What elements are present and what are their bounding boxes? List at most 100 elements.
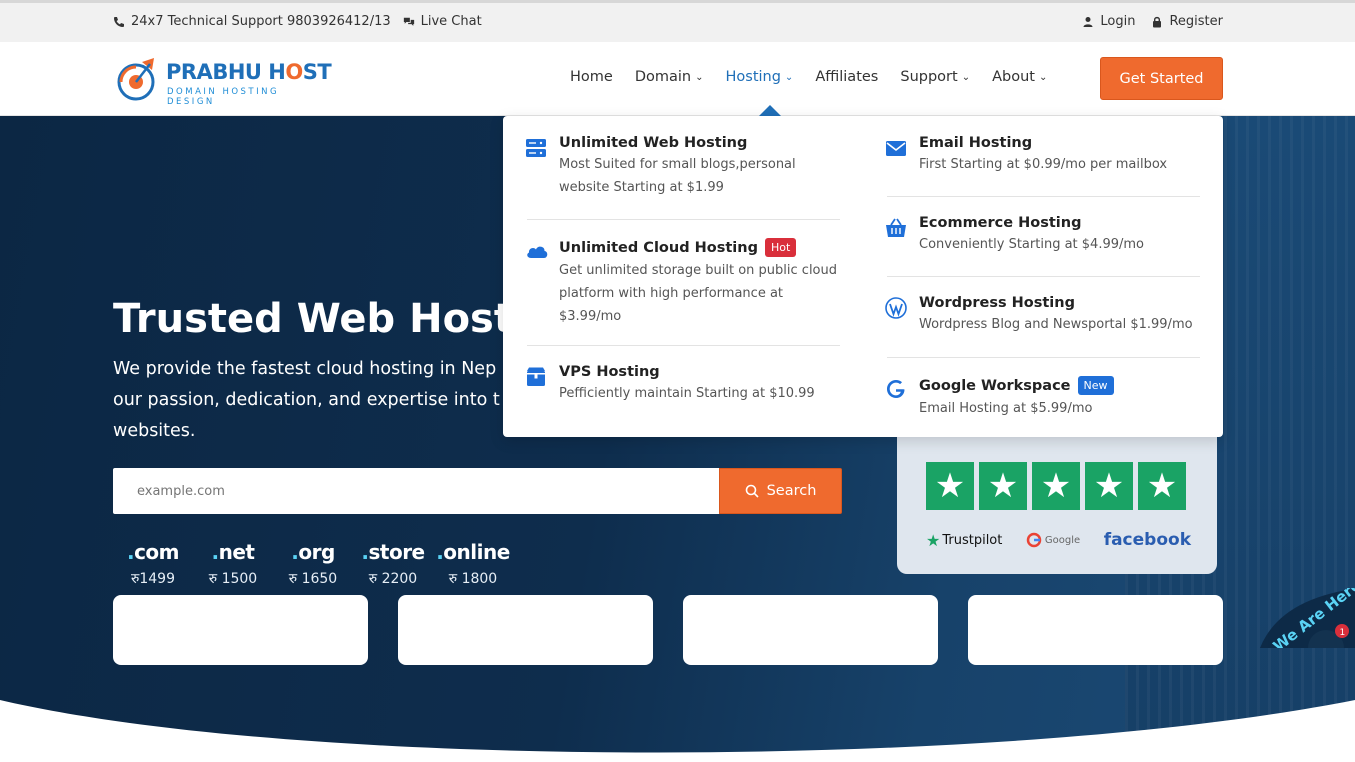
google-g-icon	[1026, 532, 1042, 548]
box-icon	[525, 366, 547, 388]
new-badge: New	[1077, 376, 1114, 395]
search-button[interactable]: Search	[719, 468, 842, 514]
hero-description: We provide the fastest cloud hosting in …	[113, 359, 500, 441]
get-started-button[interactable]: Get Started	[1100, 57, 1223, 100]
login-link[interactable]: Login	[1082, 14, 1135, 29]
main-navbar: PRABHU HOST DOMAIN HOSTING DESIGN Home Do…	[0, 42, 1355, 116]
menu-divider	[887, 357, 1200, 358]
nav-item-label: About	[992, 69, 1035, 85]
hot-badge: Hot	[764, 238, 797, 257]
tld-name: .org	[291, 540, 335, 564]
feature-card[interactable]	[398, 595, 653, 665]
menu-item-title: VPS Hosting	[559, 364, 660, 380]
dropdown-caret	[759, 105, 781, 116]
tld-item-online: .online रु 1800	[433, 540, 513, 588]
trustpilot-star-icon: ★	[926, 530, 941, 550]
login-label: Login	[1100, 14, 1136, 29]
bottom-wave	[0, 700, 1355, 762]
brand-logo[interactable]: PRABHU HOST DOMAIN HOSTING DESIGN	[112, 56, 332, 107]
menu-item-title: Ecommerce Hosting	[919, 215, 1082, 231]
server-icon	[525, 137, 547, 159]
google-reviews-logo[interactable]: Google	[1026, 532, 1080, 548]
menu-item-email-hosting[interactable]: Email Hosting First Starting at $0.99/mo …	[885, 135, 1200, 176]
nav-item-home[interactable]: Home	[570, 69, 613, 85]
chevron-down-icon: ⌄	[695, 71, 704, 83]
tld-price: रु 1800	[448, 571, 498, 587]
menu-item-unlimited-web-hosting[interactable]: Unlimited Web Hosting Most Suited for sma…	[525, 135, 845, 199]
live-chat-link[interactable]: Live Chat	[403, 14, 482, 29]
menu-divider	[887, 276, 1200, 277]
menu-item-title: Unlimited Cloud Hosting Hot	[559, 238, 845, 257]
star-icon: ★	[1085, 462, 1133, 510]
chat-widget-badge: 1	[1340, 628, 1346, 638]
feature-card[interactable]	[113, 595, 368, 665]
logo-mark-icon	[117, 58, 155, 101]
menu-item-vps-hosting[interactable]: VPS Hosting Pefficiently maintain Startin…	[525, 364, 845, 405]
chat-widget[interactable]: We Are Here 1	[1260, 576, 1355, 666]
nav-item-hosting[interactable]: Hosting ⌄	[725, 69, 793, 85]
cloud-icon	[525, 240, 548, 262]
nav-item-domain[interactable]: Domain ⌄	[635, 69, 704, 85]
tld-price: रु 2200	[368, 571, 418, 587]
menu-item-description: Wordpress Blog and Newsportal $1.99/mo	[919, 317, 1193, 332]
menu-item-title: Wordpress Hosting	[919, 295, 1075, 311]
wordpress-icon	[885, 297, 907, 319]
tld-item-com: .com रु1499	[113, 540, 193, 588]
chevron-down-icon: ⌄	[1038, 71, 1048, 83]
top-bar: 24x7 Technical Support 9803926412/13 Liv…	[0, 0, 1355, 42]
tld-item-org: .org रु 1650	[273, 540, 353, 588]
feature-card[interactable]	[968, 595, 1223, 665]
mail-icon	[885, 137, 907, 159]
review-card: ★ ★ ★ ★ ★ ★ Trustpilot Google facebook	[897, 434, 1217, 574]
menu-item-unlimited-cloud-hosting[interactable]: Unlimited Cloud Hosting Hot Get unlimited …	[525, 238, 845, 328]
primary-nav: Home Domain ⌄ Hosting ⌄ Affiliates Support ⌄ Abo…	[570, 69, 1047, 85]
tld-item-store: .store रु 2200	[353, 540, 433, 588]
tld-price: रु 1500	[208, 571, 258, 587]
chat-icon	[403, 17, 414, 26]
basket-icon	[885, 217, 907, 239]
menu-item-description: Get unlimited storage built on public cl…	[559, 263, 837, 324]
trustpilot-logo[interactable]: ★ Trustpilot	[926, 531, 1002, 550]
search-icon	[745, 484, 759, 498]
nav-item-support[interactable]: Support ⌄	[900, 69, 970, 85]
google-icon	[885, 378, 907, 400]
nav-item-label: Domain	[634, 69, 692, 85]
menu-item-description: First Starting at $0.99/mo per mailbox	[919, 157, 1168, 172]
menu-item-description: Pefficiently maintain Starting at $10.99	[559, 386, 815, 401]
domain-search-input[interactable]	[113, 468, 719, 514]
menu-item-google-workspace[interactable]: Google Workspace New Email Hosting at $5.9…	[885, 376, 1200, 420]
nav-item-label: Support	[900, 69, 958, 85]
star-icon: ★	[1032, 462, 1080, 510]
review-brands: ★ Trustpilot Google facebook	[926, 530, 1191, 550]
trust-stars: ★ ★ ★ ★ ★	[926, 462, 1186, 510]
tld-price-list: .com रु1499 .net रु 1500 .org रु 1650 .store रु…	[113, 540, 513, 588]
tld-name: .online	[436, 540, 510, 564]
menu-item-description: Most Suited for small blogs,personal web…	[559, 157, 796, 195]
domain-search-box	[113, 468, 719, 514]
user-icon	[1083, 16, 1093, 27]
nav-item-about[interactable]: About ⌄	[992, 69, 1047, 85]
chat-widget-graphic: We Are Here 1	[1260, 576, 1355, 666]
support-phone[interactable]: 24x7 Technical Support 9803926412/13	[113, 14, 391, 29]
tld-price: रु 1650	[288, 571, 338, 587]
lock-icon	[1153, 16, 1162, 27]
menu-item-ecommerce-hosting[interactable]: Ecommerce Hosting Conveniently Starting a…	[885, 215, 1200, 256]
brand-tagline: DOMAIN HOSTING DESIGN	[167, 87, 280, 107]
chevron-down-icon: ⌄	[961, 71, 971, 83]
tld-name: .store	[361, 540, 425, 564]
brand-name: PRABHU HOST	[166, 60, 332, 84]
register-link[interactable]: Register	[1151, 14, 1223, 29]
facebook-logo[interactable]: facebook	[1104, 530, 1191, 550]
menu-divider	[527, 345, 840, 346]
register-label: Register	[1169, 14, 1223, 29]
nav-item-affiliates[interactable]: Affiliates	[815, 69, 878, 85]
menu-item-wordpress-hosting[interactable]: Wordpress Hosting Wordpress Blog and News…	[885, 295, 1200, 336]
phone-icon	[114, 16, 124, 27]
menu-item-description: Conveniently Starting at $4.99/mo	[919, 237, 1144, 252]
menu-divider	[887, 196, 1200, 197]
tld-item-net: .net रु 1500	[193, 540, 273, 588]
menu-item-description: Email Hosting at $5.99/mo	[919, 401, 1093, 416]
star-icon: ★	[979, 462, 1027, 510]
feature-card[interactable]	[683, 595, 938, 665]
tld-price: रु1499	[130, 571, 175, 587]
